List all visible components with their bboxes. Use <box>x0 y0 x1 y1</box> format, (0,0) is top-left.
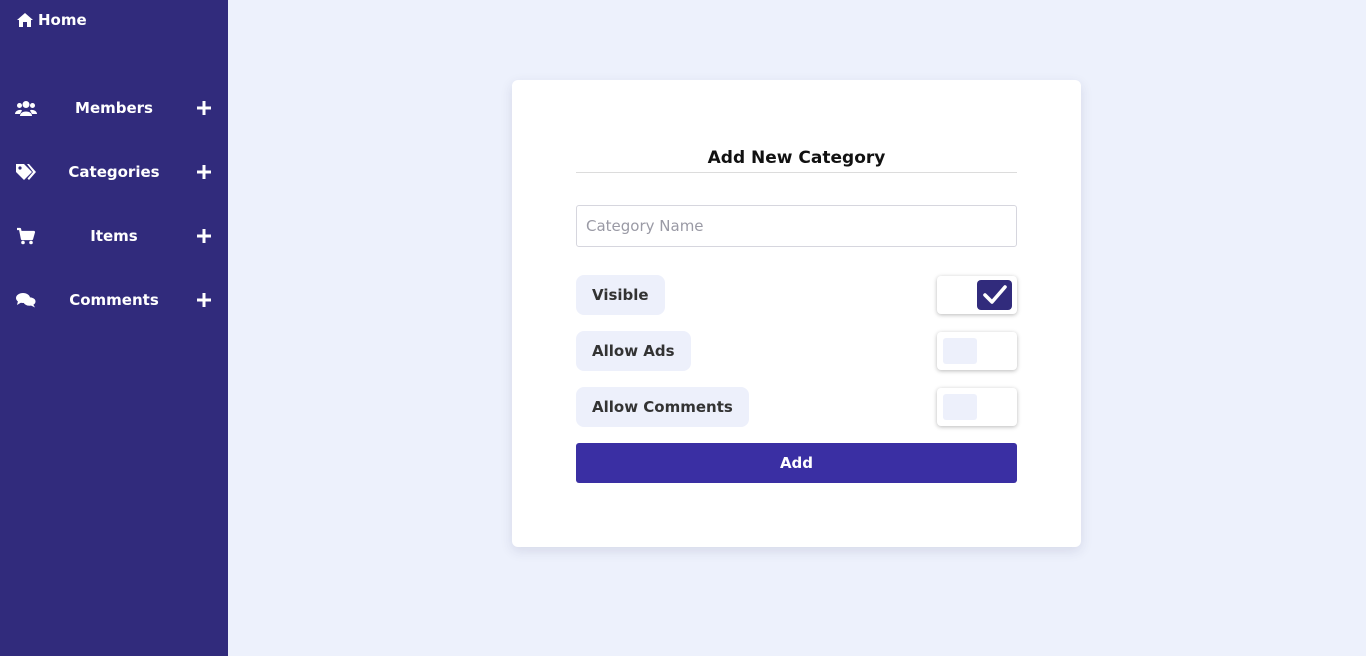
users-icon <box>15 99 37 117</box>
sidebar-item-members[interactable]: Members <box>0 88 228 128</box>
allow-comments-label: Allow Comments <box>576 387 749 427</box>
home-link[interactable]: Home <box>16 11 87 29</box>
visible-toggle[interactable] <box>937 276 1017 314</box>
sidebar-item-label: Comments <box>69 291 159 309</box>
sidebar-item-items[interactable]: Items <box>0 216 228 256</box>
check-icon <box>977 280 1012 310</box>
sidebar-item-label: Members <box>75 99 153 117</box>
allow-comments-toggle[interactable] <box>937 388 1017 426</box>
plus-icon[interactable] <box>195 291 213 309</box>
category-name-input[interactable] <box>576 205 1017 247</box>
plus-icon[interactable] <box>195 99 213 117</box>
plus-icon[interactable] <box>195 227 213 245</box>
sidebar: Home Members Categories Items Comments <box>0 0 228 656</box>
add-category-card: Add New Category Visible Allow Ads Allow… <box>512 80 1081 547</box>
comments-icon <box>15 291 37 309</box>
toggle-knob <box>943 338 977 364</box>
toggle-knob <box>943 394 977 420</box>
visible-label: Visible <box>576 275 665 315</box>
plus-icon[interactable] <box>195 163 213 181</box>
allow-ads-label: Allow Ads <box>576 331 691 371</box>
tags-icon <box>15 163 37 181</box>
sidebar-item-comments[interactable]: Comments <box>0 280 228 320</box>
cart-icon <box>15 227 37 245</box>
sidebar-item-label: Items <box>90 227 138 245</box>
sidebar-item-categories[interactable]: Categories <box>0 152 228 192</box>
home-label: Home <box>38 11 87 29</box>
allow-ads-toggle[interactable] <box>937 332 1017 370</box>
home-icon <box>16 12 34 28</box>
sidebar-item-label: Categories <box>68 163 160 181</box>
form-title: Add New Category <box>576 148 1017 173</box>
add-button[interactable]: Add <box>576 443 1017 483</box>
